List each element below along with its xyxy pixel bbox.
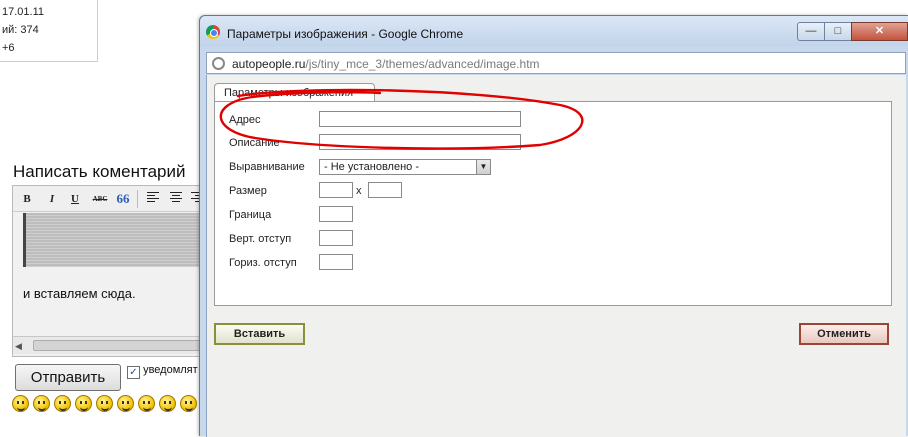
post-info: 17.01.11 ий: 374 +6	[0, 0, 98, 62]
window-title: Параметры изображения - Google Chrome	[227, 27, 464, 41]
minimize-button[interactable]: —	[797, 22, 825, 41]
hspace-label: Гориз. отступ	[229, 257, 297, 269]
hspace-input[interactable]	[319, 254, 353, 270]
address-bar[interactable]: autopeople.ru/js/tiny_mce_3/themes/advan…	[206, 52, 906, 74]
align-left-icon[interactable]	[145, 191, 161, 207]
post-date: 17.01.11	[2, 6, 45, 18]
notify-option[interactable]: ✓ уведомлят	[127, 364, 198, 379]
smiley-icon[interactable]	[96, 395, 113, 412]
url-domain: autopeople.ru	[232, 57, 306, 71]
bold-button[interactable]: B	[19, 191, 35, 207]
align-select[interactable]: - Не установлено - ▼	[319, 159, 491, 175]
chrome-popup-window: Параметры изображения - Google Chrome — …	[199, 15, 908, 437]
underline-button[interactable]: U	[67, 191, 83, 207]
chevron-down-icon[interactable]: ▼	[476, 160, 490, 174]
smiley-icon[interactable]	[117, 395, 134, 412]
notify-checkbox[interactable]: ✓	[127, 366, 140, 379]
dialog-content: Параметры изображения Адрес Описание Выр…	[206, 75, 906, 437]
scrollbar-thumb[interactable]	[33, 340, 203, 351]
italic-button[interactable]: I	[44, 191, 60, 207]
url-path: /js/tiny_mce_3/themes/advanced/image.htm	[305, 57, 540, 71]
image-properties-panel: Адрес Описание Выравнивание - Не установ…	[214, 101, 892, 306]
smiley-icon[interactable]	[138, 395, 155, 412]
scroll-left-icon[interactable]: ◀	[15, 340, 27, 352]
editor-toolbar: B I U ABC 66	[13, 186, 203, 212]
vspace-input[interactable]	[319, 230, 353, 246]
border-label: Граница	[229, 209, 272, 221]
maximize-button[interactable]: □	[824, 22, 852, 41]
close-button[interactable]: ✕	[851, 22, 908, 41]
description-label: Описание	[229, 137, 280, 149]
post-rating: +6	[2, 42, 15, 54]
width-input[interactable]	[319, 182, 353, 198]
editor-horizontal-scrollbar[interactable]: ◀	[13, 336, 203, 354]
address-input[interactable]	[319, 111, 521, 127]
comment-editor[interactable]: B I U ABC 66 и вставляем сюда. ◀	[12, 185, 203, 357]
url-text: autopeople.ru/js/tiny_mce_3/themes/advan…	[232, 57, 540, 71]
align-select-value: - Не установлено -	[324, 161, 419, 173]
insert-button[interactable]: Вставить	[214, 323, 305, 345]
size-separator: x	[356, 185, 362, 197]
smiley-icon[interactable]	[159, 395, 176, 412]
post-comment-count: ий: 374	[2, 24, 39, 36]
strikethrough-button[interactable]: ABC	[89, 191, 111, 207]
window-titlebar[interactable]: Параметры изображения - Google Chrome — …	[200, 16, 908, 46]
page-info-icon[interactable]	[212, 57, 225, 70]
chrome-logo-icon	[206, 25, 220, 39]
smiley-icon[interactable]	[12, 395, 29, 412]
toolbar-separator	[137, 190, 138, 208]
smiley-bar	[12, 395, 202, 415]
align-center-icon[interactable]	[168, 191, 184, 207]
height-input[interactable]	[368, 182, 402, 198]
comment-heading: Написать коментарий	[13, 162, 186, 181]
blockquote-button[interactable]: 66	[115, 191, 131, 207]
smiley-icon[interactable]	[180, 395, 197, 412]
border-input[interactable]	[319, 206, 353, 222]
smiley-icon[interactable]	[75, 395, 92, 412]
editor-text: и вставляем сюда.	[23, 286, 136, 301]
align-label: Выравнивание	[229, 161, 305, 173]
quoted-image-area	[23, 213, 201, 267]
tab-image-properties[interactable]: Параметры изображения	[214, 83, 375, 102]
cancel-button[interactable]: Отменить	[799, 323, 889, 345]
size-label: Размер	[229, 185, 267, 197]
notify-label: уведомлят	[143, 364, 198, 376]
submit-comment-button[interactable]: Отправить	[15, 364, 121, 391]
vspace-label: Верт. отступ	[229, 233, 292, 245]
smiley-icon[interactable]	[54, 395, 71, 412]
address-label: Адрес	[229, 114, 261, 126]
smiley-icon[interactable]	[33, 395, 50, 412]
description-input[interactable]	[319, 134, 521, 150]
